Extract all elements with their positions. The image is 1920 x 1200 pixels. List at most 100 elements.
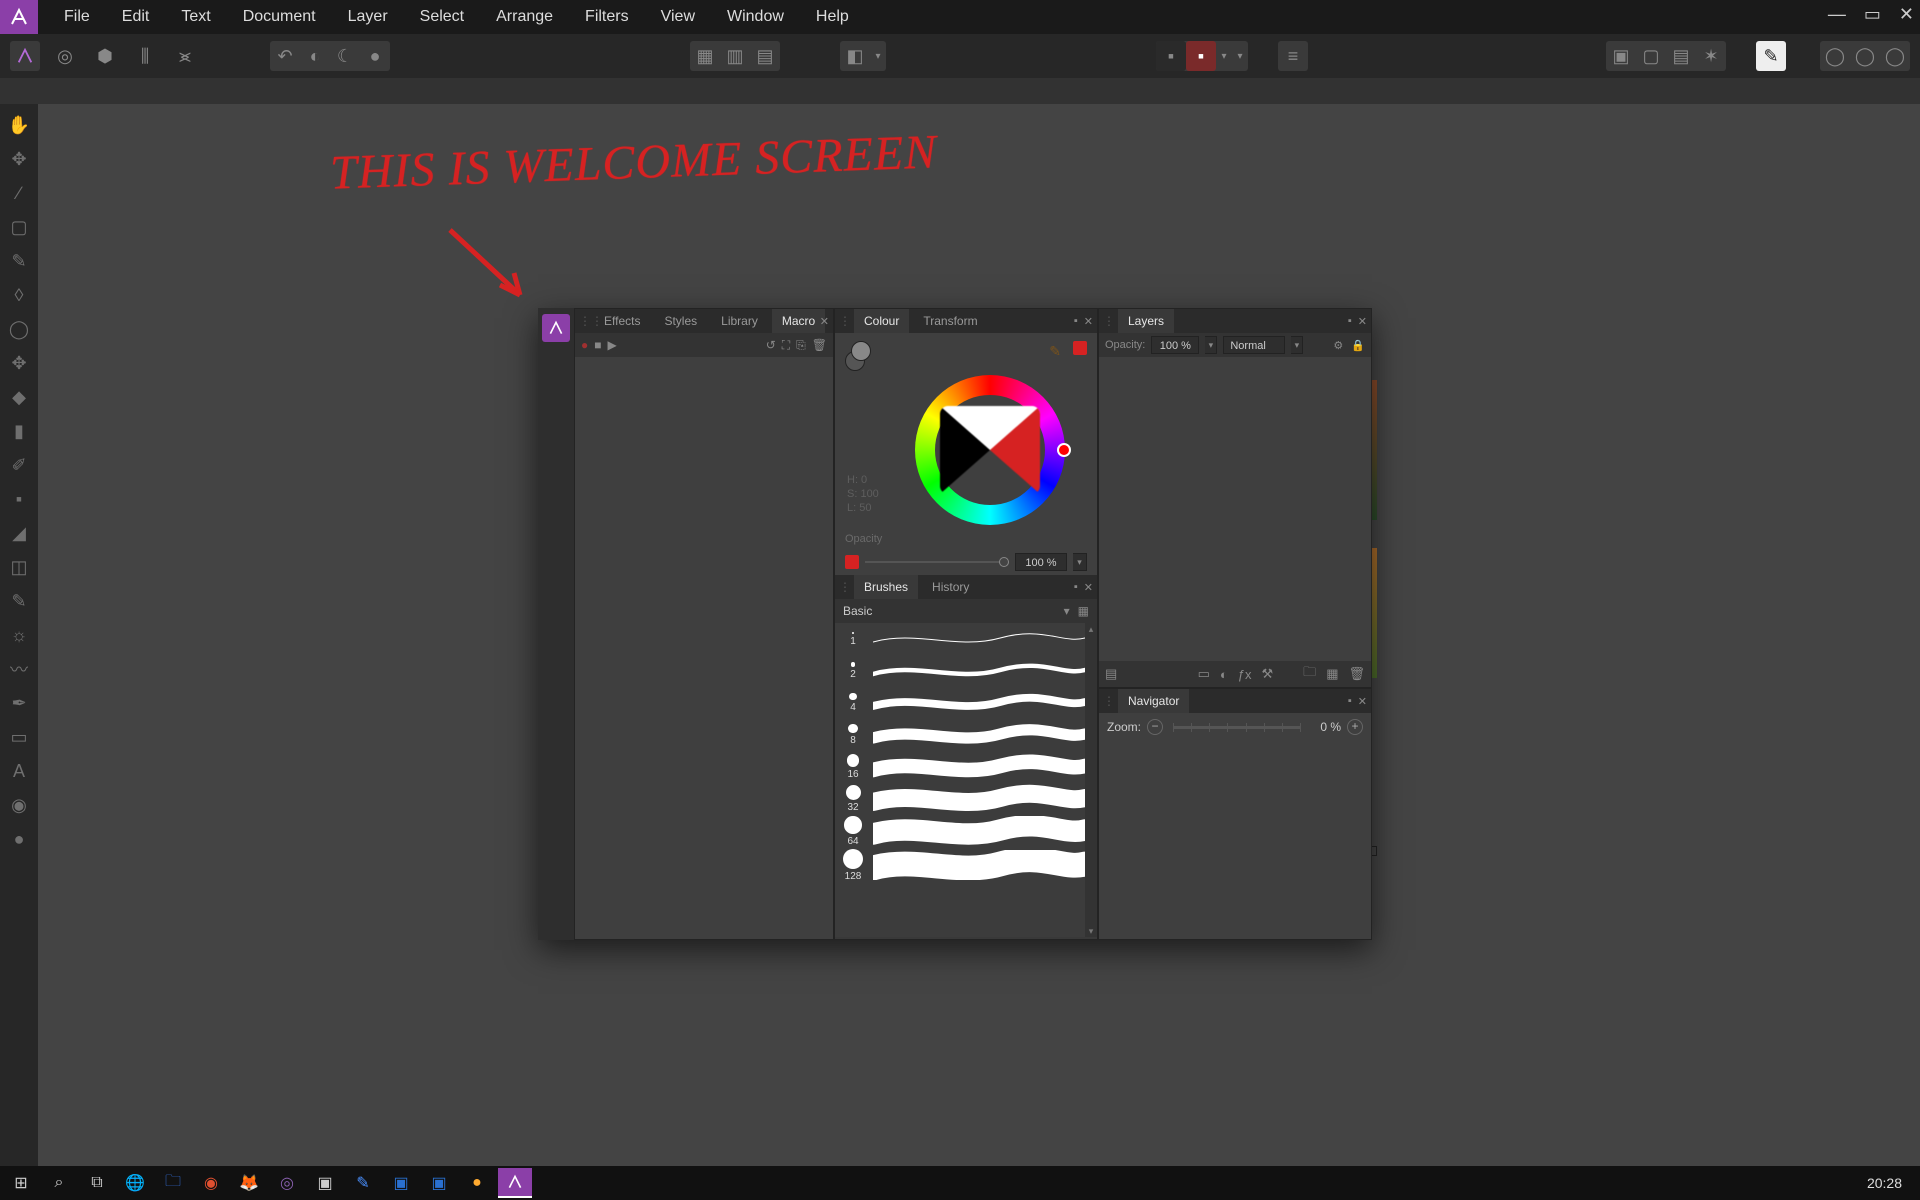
current-colour-swatch[interactable] bbox=[1073, 341, 1087, 355]
menu-file[interactable]: File bbox=[48, 0, 106, 34]
persona-export-icon[interactable]: ⪤ bbox=[170, 41, 200, 71]
clone-icon[interactable]: ✎ bbox=[6, 588, 32, 614]
persona-develop-icon[interactable]: ⬢ bbox=[90, 41, 120, 71]
swatch-icon[interactable]: ◉ bbox=[6, 792, 32, 818]
colour-swatch-pair[interactable] bbox=[845, 341, 875, 371]
eyedropper-icon[interactable]: ✎ bbox=[1049, 343, 1061, 360]
opacity-dropdown-icon[interactable]: ▾ bbox=[1073, 553, 1087, 571]
panel-menu-icon[interactable]: ▪ bbox=[1074, 581, 1078, 593]
subtract-selection-icon[interactable]: ◯ bbox=[1850, 41, 1880, 71]
move-tool-icon[interactable]: ✥ bbox=[6, 146, 32, 172]
panel-grip-icon[interactable]: ⋮⋮ bbox=[1103, 694, 1110, 708]
taskbar-search-icon[interactable]: ⌕ bbox=[42, 1168, 76, 1198]
layers-opacity-dd-icon[interactable]: ▾ bbox=[1205, 336, 1217, 354]
lock-children-icon[interactable]: ▪ bbox=[1156, 41, 1186, 71]
layers-opacity-value[interactable]: 100 % bbox=[1151, 336, 1199, 354]
menu-edit[interactable]: Edit bbox=[106, 0, 166, 34]
layers-delete-icon[interactable]: 🗑 bbox=[1348, 666, 1365, 682]
shape-tool-icon[interactable]: ▭ bbox=[6, 724, 32, 750]
brush-row[interactable]: 2 bbox=[835, 655, 1097, 687]
taskbar-chrome-icon[interactable]: ◉ bbox=[194, 1168, 228, 1198]
macro-add-icon[interactable]: ⎘ bbox=[796, 338, 806, 353]
hdr-icon[interactable]: ✶ bbox=[1696, 41, 1726, 71]
hand-tool-icon[interactable]: ✋ bbox=[6, 112, 32, 138]
scroll-up-icon[interactable]: ▴ bbox=[1085, 623, 1097, 635]
bw-icon[interactable]: ● bbox=[360, 41, 390, 71]
brush-options-icon[interactable]: ▦ bbox=[1078, 604, 1089, 618]
levels-icon[interactable]: ◐ bbox=[300, 41, 330, 71]
macro-stop-icon[interactable]: ■ bbox=[594, 338, 601, 352]
tab-effects[interactable]: Effects bbox=[594, 309, 650, 333]
selection-brush-icon[interactable]: ✎ bbox=[6, 248, 32, 274]
brush-row[interactable]: 16 bbox=[835, 751, 1097, 783]
marquee-icon[interactable]: ◊ bbox=[6, 282, 32, 308]
menu-layer[interactable]: Layer bbox=[332, 0, 404, 34]
minimize-button[interactable]: — bbox=[1828, 4, 1846, 25]
layers-fx-icon[interactable]: ƒx bbox=[1238, 667, 1252, 682]
toggle-order-icon[interactable]: ◧ bbox=[840, 41, 870, 71]
brush-row[interactable]: 128 bbox=[835, 848, 1097, 883]
intersect-selection-icon[interactable]: ◯ bbox=[1880, 41, 1910, 71]
macro-record-icon[interactable]: ● bbox=[581, 338, 588, 352]
front-swatch-icon[interactable] bbox=[851, 341, 871, 361]
zoom-in-icon[interactable]: + bbox=[1347, 719, 1363, 735]
panel-menu-icon[interactable]: ▪ bbox=[1348, 695, 1352, 707]
layers-group-icon[interactable]: 🗀 bbox=[1303, 663, 1316, 685]
brush-category-select[interactable]: Basic ▾ ▦ bbox=[835, 599, 1097, 623]
menu-arrange[interactable]: Arrange bbox=[480, 0, 569, 34]
zoom-slider[interactable] bbox=[1173, 726, 1301, 729]
persona-liquify-icon[interactable]: ◎ bbox=[50, 41, 80, 71]
persona-photo-icon[interactable] bbox=[10, 41, 40, 71]
brush-category-dropdown-icon[interactable]: ▾ bbox=[1064, 604, 1070, 618]
slider-knob-icon[interactable] bbox=[999, 557, 1009, 567]
toggle-order-dropdown[interactable]: ▾ bbox=[870, 41, 886, 71]
colour-triangle[interactable] bbox=[940, 406, 1040, 494]
target-icon[interactable]: ≡ bbox=[1278, 41, 1308, 71]
persona-tone-icon[interactable]: ⫼ bbox=[130, 41, 160, 71]
panel-grip-icon[interactable]: ⋮⋮ bbox=[839, 314, 846, 328]
arrange-group1-icon[interactable]: ▦ bbox=[690, 41, 720, 71]
opacity-value[interactable]: 100 % bbox=[1015, 553, 1067, 571]
eraser-icon[interactable]: ◫ bbox=[6, 554, 32, 580]
color-picker-icon[interactable]: ∕ bbox=[6, 180, 32, 206]
layers-crop-icon[interactable]: ⚒ bbox=[1262, 666, 1274, 682]
taskbar-start-icon[interactable]: ⊞ bbox=[4, 1168, 38, 1198]
taskbar-affinity-icon[interactable] bbox=[498, 1168, 532, 1198]
layers-body[interactable] bbox=[1099, 357, 1371, 661]
maximize-button[interactable]: ▭ bbox=[1864, 4, 1881, 25]
arrange-group2-icon[interactable]: ▥ bbox=[720, 41, 750, 71]
tab-library[interactable]: Library bbox=[711, 309, 768, 333]
taskbar-clock[interactable]: 20:28 bbox=[1867, 1175, 1916, 1191]
panel-close-icon[interactable]: ✕ bbox=[1084, 315, 1093, 328]
brush-row[interactable]: 8 bbox=[835, 719, 1097, 751]
lasso-icon[interactable]: ◯ bbox=[6, 316, 32, 342]
brush-list[interactable]: 1248163264128 ▴ ▾ bbox=[835, 623, 1097, 937]
taskbar-edge-icon[interactable]: 🌐 bbox=[118, 1168, 152, 1198]
menu-help[interactable]: Help bbox=[800, 0, 865, 34]
pixel-tool-icon[interactable]: ▪ bbox=[6, 486, 32, 512]
smudge-icon[interactable]: 〰 bbox=[6, 656, 32, 682]
taskbar-taskview-icon[interactable]: ⧉ bbox=[80, 1168, 114, 1198]
taskbar-explorer-icon[interactable]: 🗀 bbox=[156, 1168, 190, 1198]
layers-blend-mode[interactable]: Normal bbox=[1223, 336, 1285, 354]
panel-close-icon[interactable]: ✕ bbox=[1358, 695, 1367, 708]
arrange-group3-icon[interactable]: ▤ bbox=[750, 41, 780, 71]
curves-icon[interactable]: ☾ bbox=[330, 41, 360, 71]
scroll-down-icon[interactable]: ▾ bbox=[1085, 925, 1097, 937]
tab-styles[interactable]: Styles bbox=[654, 309, 707, 333]
add-to-selection-icon[interactable]: ◯ bbox=[1820, 41, 1850, 71]
quickfx-icon[interactable]: ▣ bbox=[1606, 41, 1636, 71]
tab-layers[interactable]: Layers bbox=[1118, 309, 1174, 333]
panel-close-icon[interactable]: ✕ bbox=[1358, 315, 1367, 328]
tab-transform[interactable]: Transform bbox=[913, 309, 987, 333]
colour-wheel[interactable] bbox=[915, 375, 1065, 525]
brush-row[interactable]: 1 bbox=[835, 623, 1097, 655]
taskbar-app5-icon[interactable]: ● bbox=[460, 1168, 494, 1198]
panel-grip-icon[interactable]: ⋮⋮ bbox=[579, 314, 586, 328]
panel-close-icon[interactable]: ✕ bbox=[820, 315, 829, 328]
tab-colour[interactable]: Colour bbox=[854, 309, 909, 333]
menu-select[interactable]: Select bbox=[404, 0, 480, 34]
wheel-handle-icon[interactable] bbox=[1057, 443, 1071, 457]
opacity-slider[interactable] bbox=[865, 561, 1009, 563]
macro-play-icon[interactable]: ▶ bbox=[608, 338, 617, 352]
